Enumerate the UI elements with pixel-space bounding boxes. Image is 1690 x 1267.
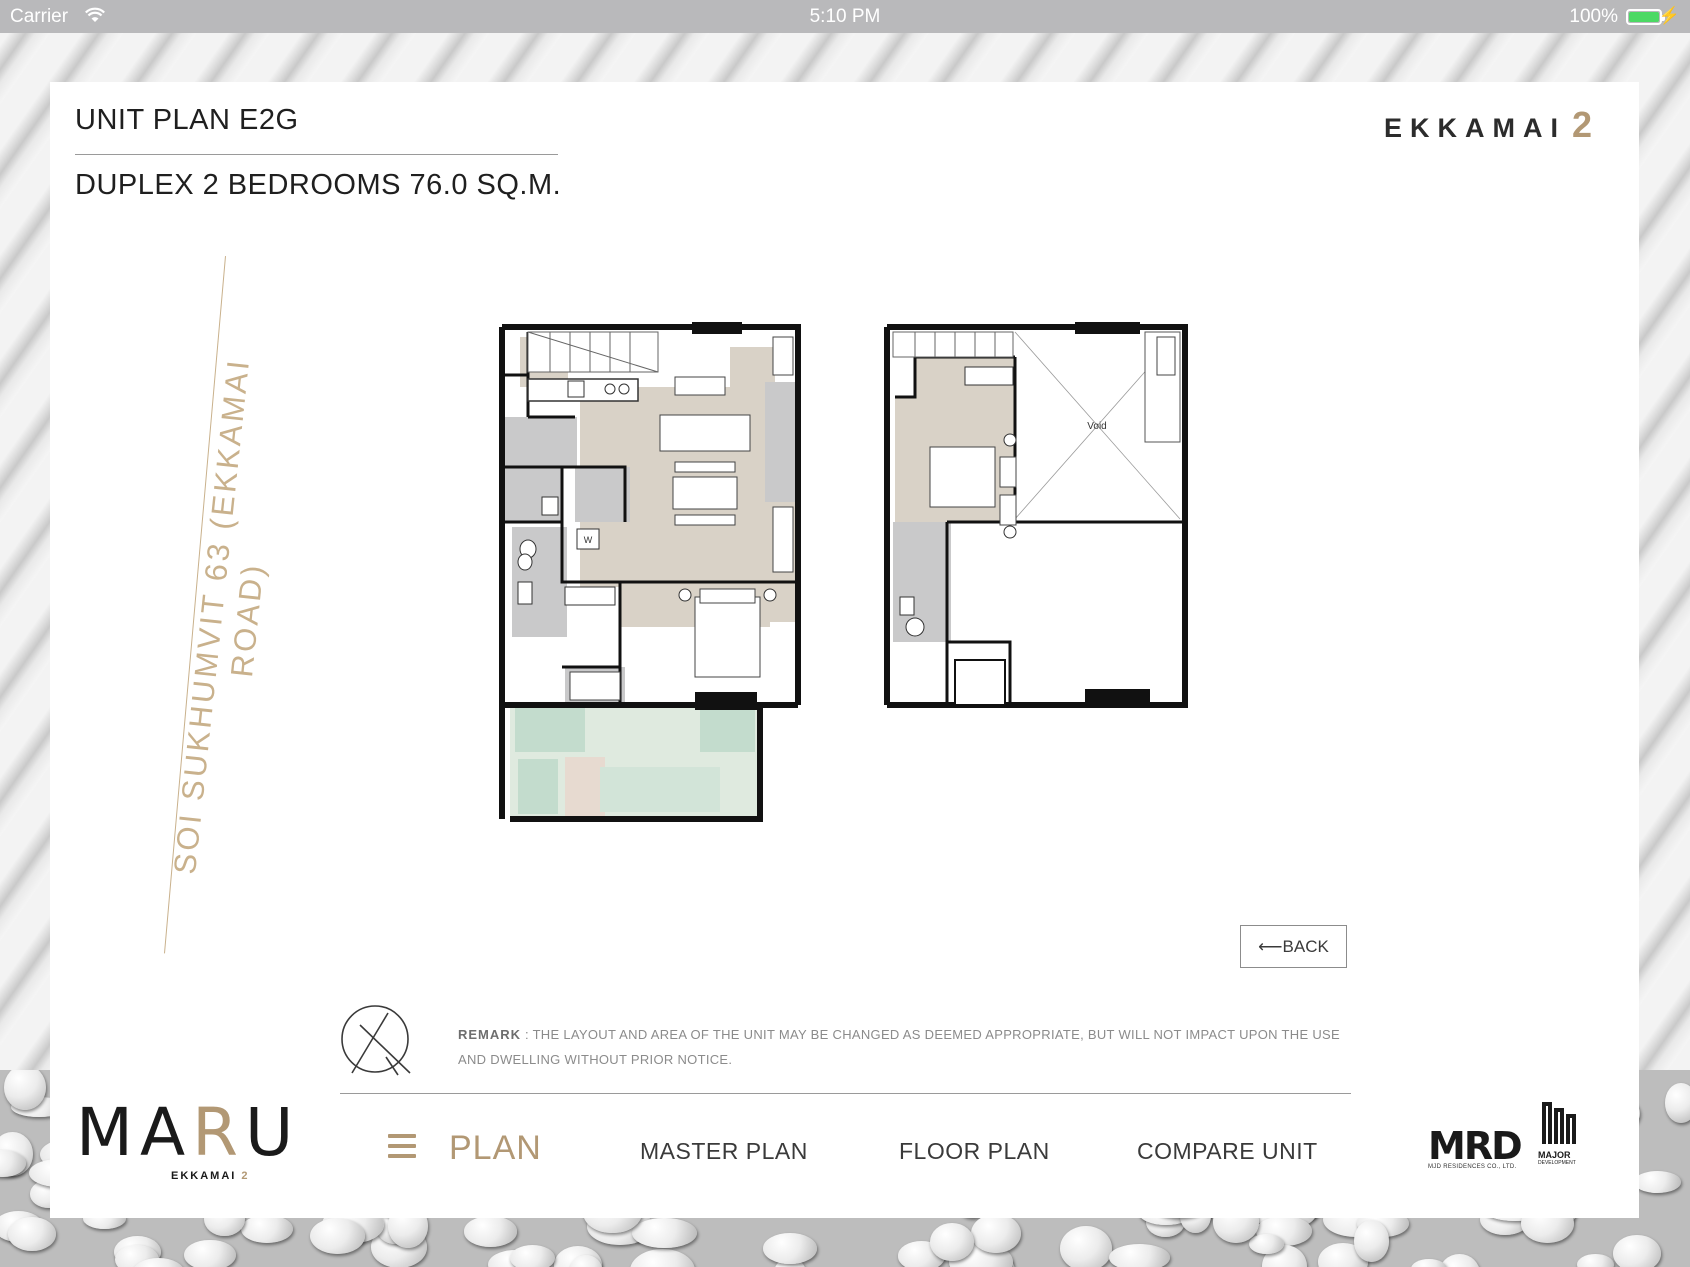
major-development-logo: MAJOR DEVELOPMENT [1538, 1098, 1582, 1166]
project-logo-word: EKKAMAI [1384, 113, 1566, 143]
floor-plan-drawing: W Void [499, 322, 1188, 822]
charging-icon: ⚡ [1658, 6, 1680, 25]
pebble [1059, 1225, 1112, 1267]
mrd-logo-sub: MJD RESIDENCES CO., LTD. [1428, 1164, 1517, 1170]
north-compass-icon [341, 1005, 411, 1076]
mrd-logo: MRD MJD RESIDENCES CO., LTD. [1428, 1124, 1523, 1170]
mrd-logo-text: MRD [1428, 1124, 1523, 1168]
nav-divider [340, 1093, 1351, 1094]
maru-logo: MARU EKKAMAI 2 [76, 1094, 301, 1182]
remark-label: REMARK [458, 1027, 522, 1042]
remark-text: REMARK : THE LAYOUT AND AREA OF THE UNIT… [458, 1022, 1348, 1072]
remark-body: : THE LAYOUT AND AREA OF THE UNIT MAY BE… [458, 1027, 1340, 1067]
maru-logo-sub: EKKAMAI [171, 1170, 237, 1182]
pebble [1354, 1220, 1389, 1262]
washer-label: W [584, 535, 593, 545]
road-label: SOI SUKHUMVIT 63 (EKKAMAI ROAD) [167, 356, 271, 876]
nav-plan[interactable]: PLAN [449, 1129, 542, 1168]
pebble [310, 1217, 366, 1255]
pebble [4, 1070, 46, 1110]
clock: 5:10 PM [809, 6, 881, 27]
maru-logo-sub-num: 2 [241, 1170, 250, 1182]
pebble [463, 1216, 518, 1247]
unit-plan-card: UNIT PLAN E2G DUPLEX 2 BEDROOMS 76.0 SQ.… [50, 82, 1639, 1218]
pebble [1410, 1258, 1448, 1267]
back-button[interactable]: ⟵BACK [1240, 925, 1347, 968]
maru-logo-u: U [244, 1094, 301, 1171]
pebble [762, 1233, 818, 1264]
nav-master-plan[interactable]: MASTER PLAN [640, 1138, 808, 1165]
pebble [629, 1249, 696, 1267]
status-bar: Carrier 5:10 PM 100% ⚡ [0, 0, 1690, 33]
maru-logo-ma: MA [76, 1094, 193, 1171]
pebble [1576, 1253, 1614, 1267]
pebble [1248, 1233, 1285, 1255]
lower-floor-plan: W [499, 322, 801, 822]
pebble [184, 1239, 236, 1267]
nav-compare-unit[interactable]: COMPARE UNIT [1137, 1138, 1318, 1165]
pebble [1613, 1234, 1661, 1267]
pebble [241, 1214, 293, 1243]
pebble [929, 1222, 974, 1261]
pebble [1108, 1243, 1171, 1267]
pebble [631, 1218, 697, 1249]
pebble [1665, 1082, 1690, 1123]
battery-percent: 100% [1569, 6, 1618, 27]
back-label: BACK [1282, 937, 1329, 956]
major-m-icon [1542, 1102, 1576, 1144]
title-divider [75, 154, 558, 155]
pebble [8, 1217, 57, 1251]
page-title: UNIT PLAN E2G [75, 104, 299, 136]
void-label: Void [1087, 421, 1106, 432]
battery-icon [1626, 9, 1665, 25]
pebble [509, 1244, 556, 1267]
major-logo-text: MAJOR [1538, 1150, 1571, 1160]
project-logo-number: 2 [1572, 104, 1593, 145]
arrow-left-icon: ⟵ [1258, 937, 1283, 956]
pebble [1633, 1170, 1682, 1193]
maru-logo-r: R [192, 1094, 245, 1171]
pebble [970, 1214, 1021, 1254]
upper-floor-plan: Void [884, 322, 1188, 708]
ekkamai-2-logo: EKKAMAI 2 [1384, 104, 1592, 146]
unit-subtitle: DUPLEX 2 BEDROOMS 76.0 SQ.M. [75, 169, 562, 201]
nav-floor-plan[interactable]: FLOOR PLAN [899, 1138, 1050, 1165]
major-logo-sub: DEVELOPMENT [1538, 1160, 1576, 1166]
hamburger-icon[interactable] [388, 1134, 416, 1164]
